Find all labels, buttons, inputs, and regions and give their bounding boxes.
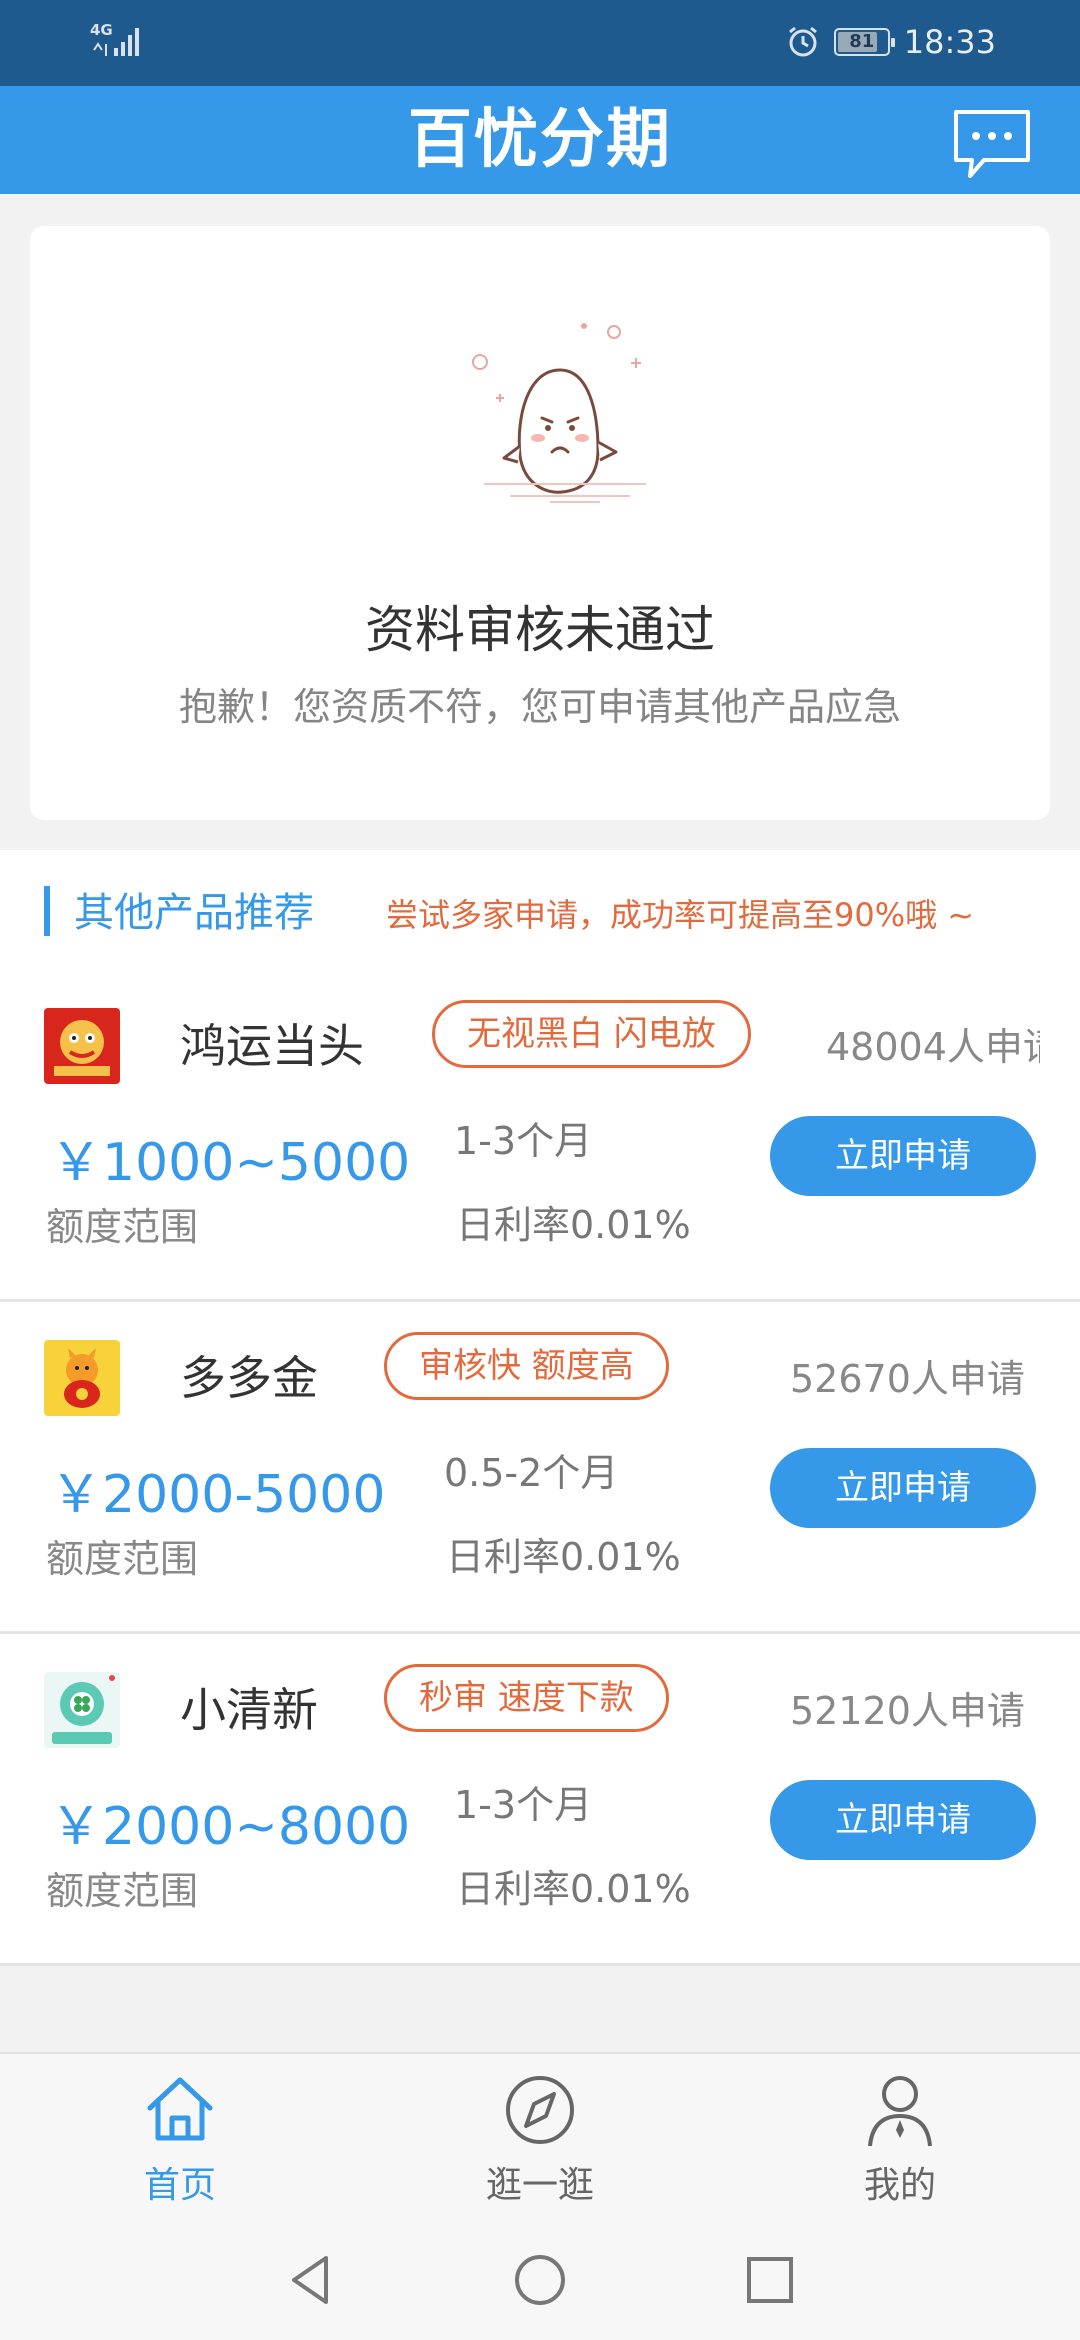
review-status-subtitle: 抱歉！您资质不符，您可申请其他产品应急 [178, 685, 901, 729]
applicant-count: 52120人申请 [790, 1689, 1025, 1733]
nav-item-home[interactable]: 首页 [80, 2054, 280, 2222]
daily-rate: 日利率0.01% [446, 1535, 681, 1579]
apply-button[interactable]: 立即申请 [770, 1780, 1036, 1860]
product-card[interactable]: 小清新 秒审 速度下款 52120人申请 ￥2000~8000 额度范围 1-3… [0, 1634, 1080, 1966]
system-navigation-bar [0, 2220, 1080, 2340]
section-accent-bar [44, 886, 50, 936]
applicant-count: 48004人申请 [826, 1025, 1040, 1069]
product-tag: 秒审 速度下款 [384, 1664, 669, 1732]
product-tag: 无视黑白 闪电放 [432, 1000, 751, 1068]
nav-label-mine: 我的 [863, 2165, 936, 2206]
recommend-title: 其他产品推荐 [74, 890, 314, 936]
product-card[interactable]: 多多金 审核快 额度高 52670人申请 ￥2000-5000 额度范围 0.5… [0, 1302, 1080, 1634]
product-card[interactable]: 鸿运当头 无视黑白 闪电放 48004人申请 ￥1000~5000 额度范围 1… [0, 970, 1080, 1302]
back-icon[interactable] [280, 2250, 340, 2310]
status-right: 81 18:33 [786, 22, 996, 62]
user-icon [868, 2076, 932, 2147]
sad-mascot-icon [472, 323, 646, 503]
review-status-card: 资料审核未通过 抱歉！您资质不符，您可申请其他产品应急 [30, 226, 1050, 820]
home-circle-icon[interactable] [510, 2250, 570, 2310]
review-status-title: 资料审核未通过 [365, 601, 715, 659]
recommend-section: 其他产品推荐 尝试多家申请，成功率可提高至90%哦 ~ 鸿运当头 无视黑白 闪电… [0, 850, 1080, 1966]
home-icon [147, 2077, 213, 2141]
applicant-count: 52670人申请 [790, 1357, 1025, 1401]
amount-range: ￥2000~8000 [50, 1797, 411, 1857]
page-title: 百忧分期 [408, 103, 672, 177]
amount-range-label: 额度范围 [46, 1205, 199, 1249]
amount-range: ￥1000~5000 [50, 1133, 411, 1193]
daily-rate: 日利率0.01% [456, 1203, 691, 1247]
bottom-navigation: 首页 逛一逛 我的 [0, 2052, 1080, 2220]
compass-icon [506, 2076, 574, 2144]
battery-icon: 81 [833, 28, 895, 56]
product-name: 小清新 [180, 1683, 318, 1737]
amount-range-label: 额度范围 [46, 1869, 199, 1913]
nav-item-explore[interactable]: 逛一逛 [440, 2054, 640, 2222]
clover-logo-icon [44, 1672, 120, 1748]
loan-term: 0.5-2个月 [444, 1451, 619, 1495]
nav-label-home: 首页 [143, 2165, 216, 2206]
product-name: 鸿运当头 [180, 1019, 364, 1073]
apply-button[interactable]: 立即申请 [770, 1116, 1036, 1196]
apply-button[interactable]: 立即申请 [770, 1448, 1036, 1528]
nav-label-explore: 逛一逛 [485, 2165, 594, 2206]
clock: 18:33 [903, 23, 996, 61]
recommend-header: 其他产品推荐 尝试多家申请，成功率可提高至90%哦 ~ [0, 850, 1080, 970]
app-header: 百忧分期 [0, 86, 1080, 194]
battery-text: 81 [849, 31, 875, 52]
product-tag: 审核快 额度高 [384, 1332, 669, 1400]
recommend-hint: 尝试多家申请，成功率可提高至90%哦 ~ [386, 896, 975, 934]
amount-range-label: 额度范围 [46, 1537, 199, 1581]
loan-term: 1-3个月 [454, 1119, 593, 1163]
amount-range: ￥2000-5000 [50, 1465, 386, 1525]
loan-term: 1-3个月 [454, 1783, 593, 1827]
product-name: 多多金 [180, 1351, 318, 1405]
alarm-icon [788, 26, 817, 57]
fortune-cat-logo-icon [44, 1340, 120, 1416]
signal-icon [93, 28, 139, 56]
chat-bubble-icon[interactable] [950, 106, 1034, 186]
daily-rate: 日利率0.01% [456, 1867, 691, 1911]
status-bar: 4G 81 18:33 [0, 0, 1080, 86]
lion-dance-logo-icon [44, 1008, 120, 1084]
nav-item-mine[interactable]: 我的 [800, 2054, 1000, 2222]
recents-square-icon[interactable] [740, 2250, 800, 2310]
